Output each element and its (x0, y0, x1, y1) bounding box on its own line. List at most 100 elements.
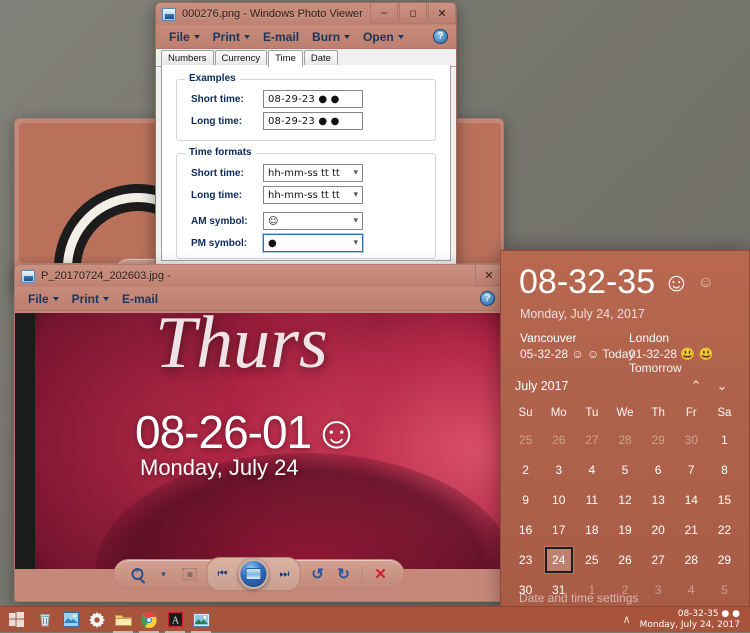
calendar-day[interactable]: 27 (575, 425, 608, 455)
photo-viewer-icon[interactable] (188, 607, 214, 633)
calendar-day[interactable]: 6 (642, 455, 675, 485)
calendar-day[interactable]: 17 (542, 515, 575, 545)
rotate-counterclockwise-icon[interactable]: ↺ (307, 563, 329, 585)
calendar-day[interactable]: 21 (675, 515, 708, 545)
calendar-day[interactable]: 23 (509, 545, 542, 575)
clock-calendar-flyout[interactable]: 08-32-35 ☺ ☺ Monday, July 24, 2017 Vanco… (500, 250, 750, 610)
region-settings-dialog[interactable]: 000276.png - Windows Photo Viewer – ◻ ✕ … (155, 2, 457, 266)
calendar-day[interactable]: 26 (542, 425, 575, 455)
calendar-day[interactable]: 28 (675, 545, 708, 575)
chevron-up-icon[interactable]: ⌃ (683, 378, 709, 394)
menu-file[interactable]: File (23, 290, 64, 308)
menu-print[interactable]: Print (67, 290, 114, 308)
calendar-day[interactable]: 20 (642, 515, 675, 545)
calendar-day-label: 20 (651, 523, 665, 537)
help-icon[interactable]: ? (433, 29, 448, 44)
delete-image-icon[interactable]: ✕ (370, 563, 392, 585)
taskbar[interactable]: A ∧ 08-32-35 ● ● Monday, July 24, 2017 (0, 606, 750, 633)
help-icon[interactable]: ? (480, 291, 495, 306)
menu-burn[interactable]: Burn (307, 28, 355, 46)
maximize-button[interactable]: ◻ (399, 3, 427, 24)
calendar-day[interactable]: 30 (675, 425, 708, 455)
calendar-day-label: 6 (654, 463, 662, 477)
tab-date[interactable]: Date (303, 50, 338, 66)
calendar-day[interactable]: 16 (509, 515, 542, 545)
next-image-button[interactable]: ⏭ (273, 564, 297, 584)
start-button[interactable] (0, 607, 32, 633)
calendar-day[interactable]: 7 (675, 455, 708, 485)
chevron-down-icon[interactable]: ⌄ (709, 378, 735, 394)
previous-image-button[interactable]: ⏮ (211, 564, 235, 584)
close-button[interactable]: ✕ (428, 3, 456, 24)
calendar-day[interactable]: 8 (708, 455, 741, 485)
menu-print[interactable]: Print (208, 28, 255, 46)
tab-numbers[interactable]: Numbers (161, 50, 214, 66)
calendar-month-label[interactable]: July 2017 (515, 379, 683, 393)
menu-file[interactable]: File (164, 28, 205, 46)
chrome-icon[interactable] (136, 607, 162, 633)
rotate-clockwise-icon[interactable]: ↻ (333, 563, 355, 585)
settings-gear-icon[interactable] (84, 607, 110, 633)
calendar-day[interactable]: 15 (708, 485, 741, 515)
menu-email[interactable]: E-mail (258, 28, 304, 46)
calendar-day[interactable]: 2 (509, 455, 542, 485)
slideshow-icon[interactable] (238, 559, 269, 589)
calendar-day[interactable]: 11 (575, 485, 608, 515)
calendar-day-selected[interactable]: 24 (542, 545, 575, 575)
calendar-day[interactable]: 4 (675, 575, 708, 605)
short-time-format-select[interactable]: hh-mm-ss tt tt ▾ (263, 164, 363, 182)
adobe-reader-icon[interactable]: A (162, 607, 188, 633)
am-symbol-select[interactable]: ☺ ▾ (263, 212, 363, 230)
tab-time[interactable]: Time (268, 50, 303, 67)
system-tray[interactable]: ∧ 08-32-35 ● ● Monday, July 24, 2017 (614, 607, 750, 633)
file-explorer-icon[interactable] (110, 607, 136, 633)
show-hidden-icons-chevron-up-icon[interactable]: ∧ (614, 613, 640, 626)
taskbar-clock[interactable]: 08-32-35 ● ● Monday, July 24, 2017 (640, 609, 746, 631)
calendar-day[interactable]: 29 (708, 545, 741, 575)
long-time-format-select[interactable]: hh-mm-ss tt tt ▾ (263, 186, 363, 204)
calendar-day[interactable]: 5 (708, 575, 741, 605)
calendar-day[interactable]: 26 (608, 545, 641, 575)
calendar-grid[interactable]: Su Mo Tu We Th Fr Sa 25 26 27 28 29 30 1 2 3 4 5 6 7… (509, 401, 741, 605)
dialog-titlebar[interactable]: 000276.png - Windows Photo Viewer – ◻ ✕ (156, 3, 456, 25)
calendar-day[interactable]: 4 (575, 455, 608, 485)
photo-window-menubar[interactable]: File Print E-mail ? (15, 287, 503, 311)
calendar-day[interactable]: 18 (575, 515, 608, 545)
calendar-day[interactable]: 25 (509, 425, 542, 455)
calendar-day[interactable]: 5 (608, 455, 641, 485)
close-button[interactable]: ✕ (475, 265, 503, 286)
calendar-day[interactable]: 12 (608, 485, 641, 515)
pm-symbol-select[interactable]: ● ▾ (262, 233, 364, 253)
calendar-day[interactable]: 1 (708, 425, 741, 455)
photo-window-titlebar[interactable]: P_20170724_202603.jpg - ✕ (15, 265, 503, 287)
calendar-day[interactable]: 13 (642, 485, 675, 515)
calendar-day[interactable]: 10 (542, 485, 575, 515)
calendar-day[interactable]: 27 (642, 545, 675, 575)
tab-currency[interactable]: Currency (214, 50, 268, 66)
calendar-day[interactable]: 25 (575, 545, 608, 575)
calendar-day[interactable]: 19 (608, 515, 641, 545)
calendar-day-label: 4 (588, 463, 596, 477)
minimize-button[interactable]: – (370, 3, 398, 24)
date-time-settings-link[interactable]: Date and time settings (519, 591, 638, 605)
calendar-day[interactable]: 28 (608, 425, 641, 455)
calendar-day[interactable]: 9 (509, 485, 542, 515)
calendar-day[interactable]: 3 (642, 575, 675, 605)
photo-viewer-window[interactable]: P_20170724_202603.jpg - ✕ File Print E-m… (14, 264, 504, 602)
photo-window-toolbar[interactable]: ▾ ⏮ ⏭ ↺ ↻ ✕ (113, 557, 405, 591)
dialog-menubar[interactable]: File Print E-mail Burn Open ? (156, 25, 456, 49)
menu-file-label: File (169, 29, 190, 44)
calendar-day[interactable]: 29 (642, 425, 675, 455)
zoom-chevron-down-icon[interactable]: ▾ (153, 563, 175, 585)
menu-open[interactable]: Open (358, 28, 409, 46)
photos-icon[interactable] (58, 607, 84, 633)
calendar-day[interactable]: 22 (708, 515, 741, 545)
calendar-day[interactable]: 14 (675, 485, 708, 515)
fit-to-window-icon[interactable] (179, 563, 201, 585)
menu-email[interactable]: E-mail (117, 290, 163, 308)
calendar-day-label: 3 (654, 583, 662, 597)
recycle-bin-icon[interactable] (32, 607, 58, 633)
calendar-day[interactable]: 3 (542, 455, 575, 485)
photo-lock-time: 08-26-01 ☺ (135, 405, 360, 459)
zoom-icon[interactable] (127, 563, 149, 585)
